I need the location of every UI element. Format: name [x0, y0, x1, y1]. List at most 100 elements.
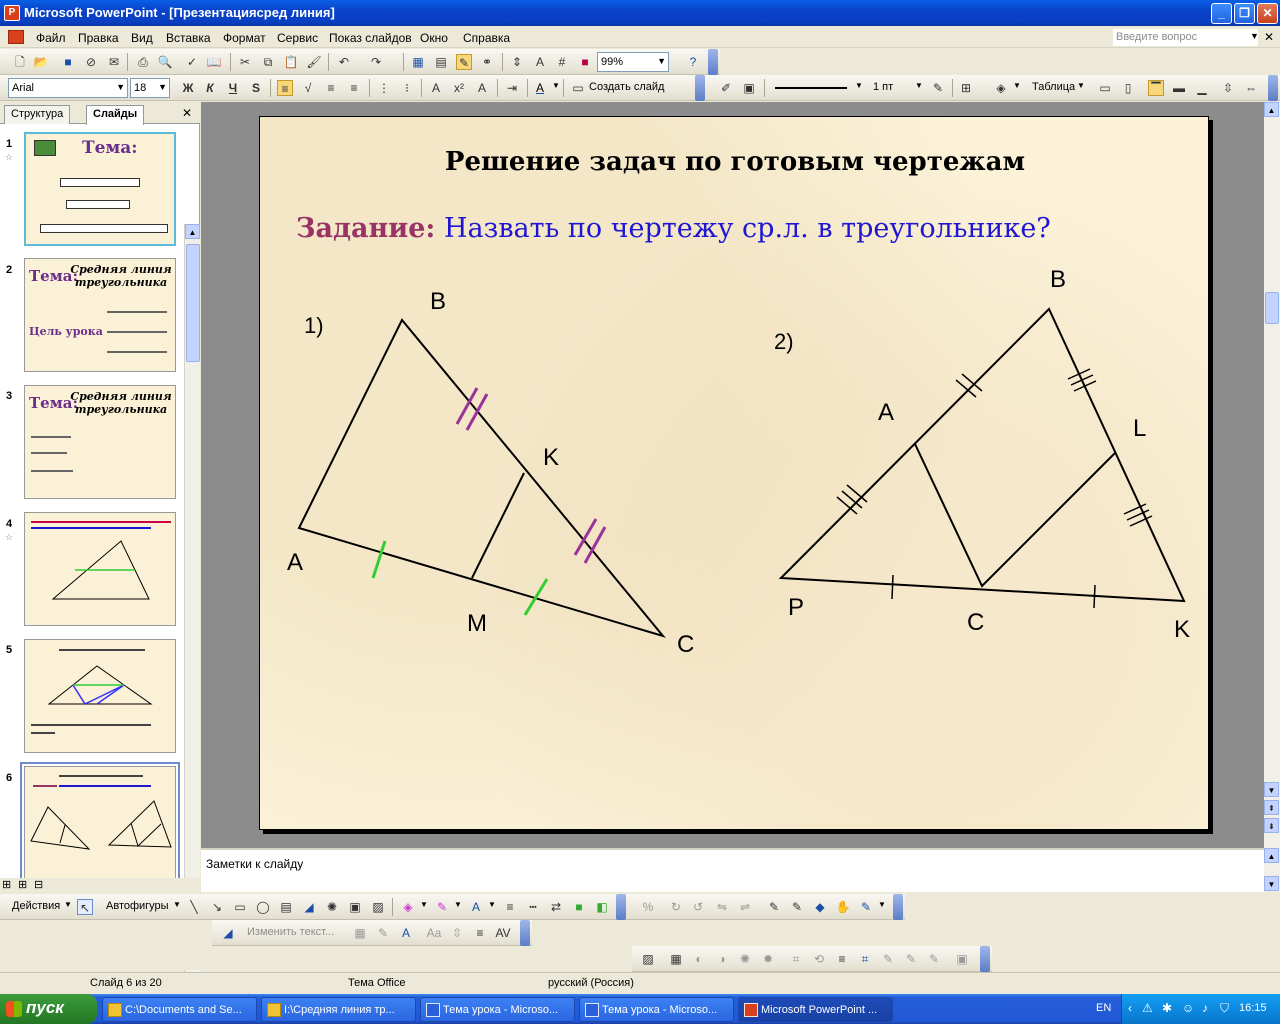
- tray-arrow-icon[interactable]: ‹: [1128, 1001, 1132, 1015]
- wordart-alignment-icon[interactable]: ≡: [472, 925, 488, 941]
- line-weight-value[interactable]: 1 пт: [873, 81, 893, 93]
- normal-view-icon[interactable]: ⊞: [2, 878, 11, 891]
- close-document-icon[interactable]: ✕: [1264, 30, 1274, 44]
- network-icon[interactable]: ⚠: [1142, 1001, 1153, 1015]
- decrease-font-icon[interactable]: A: [474, 80, 490, 96]
- clipart-icon[interactable]: ▣: [347, 899, 363, 915]
- slide-canvas[interactable]: Решение задач по готовым чертежам Задани…: [259, 116, 1209, 830]
- toolbar-options-icon[interactable]: [708, 49, 718, 75]
- actions-menu[interactable]: Действия: [12, 900, 60, 912]
- slide-thumbnail-2[interactable]: Тема: Средняя линия треугольника Цель ур…: [24, 258, 176, 372]
- menu-edit[interactable]: Правка: [78, 31, 119, 45]
- tables-borders-icon[interactable]: ✎: [456, 54, 472, 70]
- new-slide-icon[interactable]: ▭: [570, 80, 586, 96]
- bold-button[interactable]: Ж: [180, 80, 196, 96]
- maximize-button[interactable]: ❐: [1234, 3, 1255, 24]
- merge-cells-icon[interactable]: ▭: [1097, 80, 1113, 96]
- equation-icon[interactable]: √: [300, 80, 316, 96]
- redo-icon[interactable]: ↷: [368, 54, 384, 70]
- cut-icon[interactable]: ✂: [237, 54, 253, 70]
- rotate-icon[interactable]: ↺: [690, 899, 706, 915]
- slide-sorter-icon[interactable]: ⊞: [18, 878, 27, 891]
- picture-icon[interactable]: ▨: [370, 899, 386, 915]
- font-color-icon[interactable]: A: [532, 80, 548, 96]
- toolbar-options-icon[interactable]: [520, 920, 530, 946]
- autoshapes-menu[interactable]: Автофигуры: [106, 900, 169, 912]
- reset-picture-icon[interactable]: ▣: [954, 951, 970, 967]
- same-height-icon[interactable]: Aa: [426, 925, 442, 941]
- less-contrast-icon[interactable]: ◑: [714, 951, 730, 967]
- rotate-left-icon[interactable]: ⟲: [811, 951, 827, 967]
- color-icon[interactable]: ▦: [668, 951, 684, 967]
- line-icon[interactable]: ╲: [186, 899, 202, 915]
- menu-tools[interactable]: Сервис: [277, 31, 318, 45]
- order-icon[interactable]: ◆: [812, 899, 828, 915]
- chevron-down-icon[interactable]: ▼: [158, 82, 167, 92]
- hyperlink-icon[interactable]: ⚭: [479, 54, 495, 70]
- scroll-up-icon[interactable]: ▲: [185, 224, 200, 239]
- vertical-text-icon[interactable]: ⇳: [449, 925, 465, 941]
- print-icon[interactable]: ⎙: [135, 54, 151, 70]
- table-menu[interactable]: Таблица: [1032, 81, 1075, 93]
- powerpoint-app-icon[interactable]: P: [4, 5, 20, 21]
- chevron-down-icon[interactable]: ▼: [1013, 81, 1021, 90]
- expand-all-icon[interactable]: ⇕: [509, 54, 525, 70]
- document-icon[interactable]: [8, 30, 24, 44]
- toolbar-options-icon[interactable]: [616, 894, 626, 920]
- toolbar-options-icon[interactable]: [695, 75, 705, 101]
- insert-chart-icon[interactable]: ▦: [410, 54, 426, 70]
- zoom-combo[interactable]: 99% ▼: [597, 52, 669, 72]
- print-preview-icon[interactable]: 🔍: [157, 54, 173, 70]
- color-grayscale-icon[interactable]: ■: [577, 54, 593, 70]
- slide-thumbnail-6[interactable]: [20, 762, 180, 884]
- menu-view[interactable]: Вид: [131, 31, 153, 45]
- chevron-down-icon[interactable]: ▼: [454, 900, 462, 909]
- slide-layout-icon[interactable]: ▣: [741, 80, 757, 96]
- superscript-icon[interactable]: x²: [451, 80, 467, 96]
- wordart-shape-icon[interactable]: A: [398, 925, 414, 941]
- taskbar-button-folder[interactable]: I:\Средняя линия тр...: [261, 997, 416, 1022]
- language-indicator[interactable]: EN: [1096, 1002, 1111, 1014]
- split-cells-icon[interactable]: ▯: [1120, 80, 1136, 96]
- research-icon[interactable]: 📖: [206, 54, 222, 70]
- chevron-down-icon[interactable]: ▼: [855, 81, 863, 90]
- flip-icon[interactable]: ⇌: [737, 899, 753, 915]
- chevron-down-icon[interactable]: ▼: [1250, 31, 1259, 41]
- scrollbar-thumb[interactable]: [1265, 292, 1279, 324]
- format-picture-icon[interactable]: ✎: [903, 951, 919, 967]
- rectangle-icon[interactable]: ▭: [232, 899, 248, 915]
- new-icon[interactable]: 🗋: [12, 54, 28, 70]
- slideshow-view-icon[interactable]: ⊟: [34, 878, 43, 891]
- toolbar-options-icon[interactable]: [893, 894, 903, 920]
- percent-icon[interactable]: %: [640, 899, 656, 915]
- line-color-icon[interactable]: ✎: [434, 899, 450, 915]
- indent-icon[interactable]: ⇥: [504, 80, 520, 96]
- fill-color-icon[interactable]: ◈: [993, 80, 1009, 96]
- arrow-style-icon[interactable]: ⇄: [548, 899, 564, 915]
- group-icon[interactable]: ✎: [789, 899, 805, 915]
- taskbar-button-powerpoint[interactable]: Microsoft PowerPoint ...: [738, 997, 893, 1022]
- spelling-icon[interactable]: ✓: [184, 54, 200, 70]
- toolbar-options-icon[interactable]: [980, 946, 990, 972]
- notes-placeholder[interactable]: Заметки к слайду: [206, 857, 303, 871]
- tab-slides[interactable]: Слайды: [86, 105, 145, 125]
- format-wordart-icon[interactable]: ✎: [375, 925, 391, 941]
- toolbar-options-icon[interactable]: [1268, 75, 1278, 101]
- close-icon[interactable]: ✕: [182, 106, 192, 120]
- align-distribute-icon[interactable]: ✋: [835, 899, 851, 915]
- volume-icon[interactable]: ♪: [1202, 1001, 1208, 1015]
- line-style-preview[interactable]: [775, 87, 847, 89]
- next-slide-icon[interactable]: ⇟: [1264, 818, 1279, 833]
- slide-thumbnail-4[interactable]: [24, 512, 176, 626]
- taskbar-button-word-2[interactable]: Тема урока - Microso...: [579, 997, 734, 1022]
- open-icon[interactable]: 📂: [33, 54, 49, 70]
- more-contrast-icon[interactable]: ◐: [691, 951, 707, 967]
- menu-insert[interactable]: Вставка: [166, 31, 211, 45]
- shadow-style-icon[interactable]: ■: [571, 899, 587, 915]
- chevron-down-icon[interactable]: ▼: [420, 900, 428, 909]
- scrollbar-thumb[interactable]: [186, 244, 200, 362]
- numbering-icon[interactable]: ⋮: [376, 80, 392, 96]
- new-slide-button[interactable]: Создать слайд: [589, 81, 664, 93]
- pen-icon[interactable]: ✎: [858, 899, 874, 915]
- 3d-style-icon[interactable]: ◧: [594, 899, 610, 915]
